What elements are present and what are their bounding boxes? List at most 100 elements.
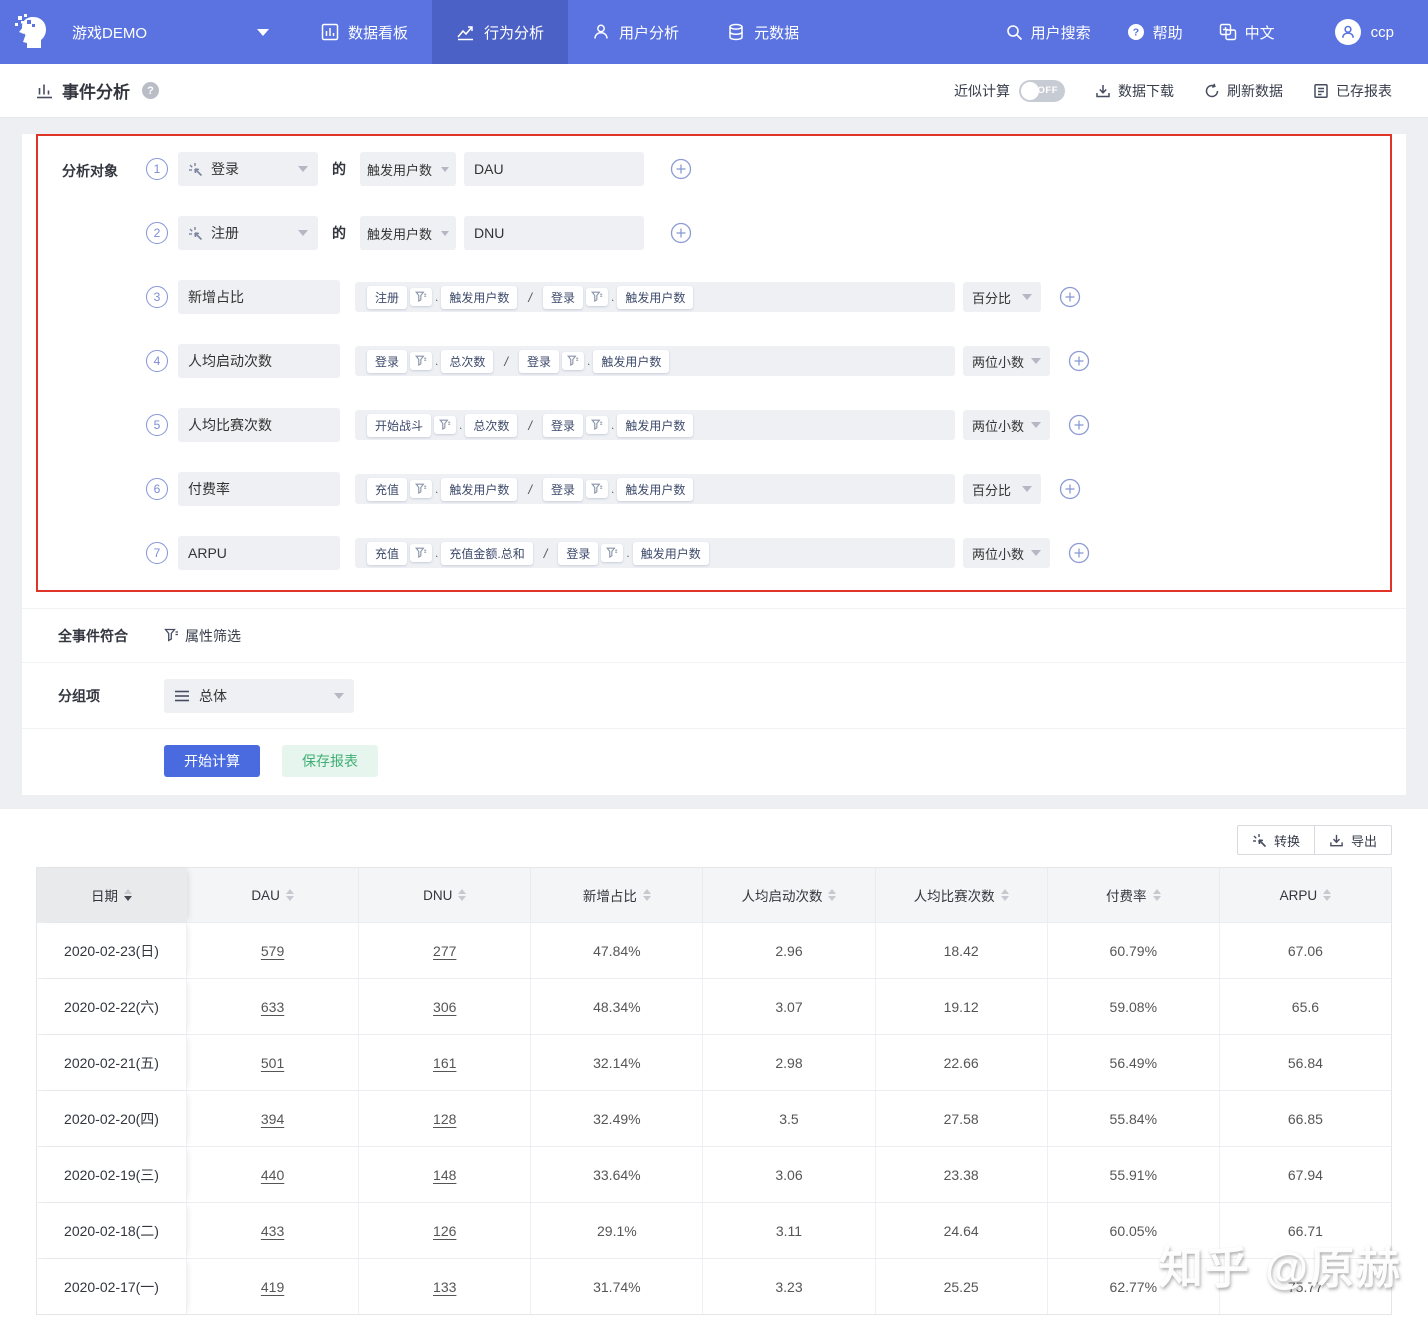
dau-link[interactable]: 394 <box>261 1111 284 1127</box>
formula-filter-chip[interactable] <box>601 544 623 562</box>
formula-filter-chip[interactable] <box>410 544 432 562</box>
dau-link[interactable]: 633 <box>261 999 284 1015</box>
formula-measure-chip[interactable]: 触发用户数 <box>617 286 693 309</box>
dnu-link[interactable]: 128 <box>433 1111 456 1127</box>
formula-measure-chip[interactable]: 总次数 <box>441 350 493 373</box>
formula-measure-chip[interactable]: 触发用户数 <box>617 478 693 501</box>
header-new-ratio[interactable]: 新增占比 <box>531 868 703 922</box>
event-select[interactable]: 注册 <box>178 216 318 250</box>
event-select[interactable]: 登录 <box>178 152 318 186</box>
dau-link[interactable]: 419 <box>261 1279 284 1295</box>
user-menu[interactable]: ccp <box>1335 19 1394 45</box>
formula-bar[interactable]: 注册.触发用户数/登录.触发用户数 <box>355 282 955 312</box>
cell-dnu[interactable]: 126 <box>359 1203 531 1258</box>
format-select[interactable]: 两位小数 <box>963 346 1050 376</box>
header-arpu[interactable]: ARPU <box>1220 868 1391 922</box>
cell-dnu[interactable]: 277 <box>359 923 531 978</box>
export-button[interactable]: 导出 <box>1314 825 1392 855</box>
nav-item-behavior-analysis[interactable]: 行为分析 <box>432 0 568 64</box>
measure-select[interactable]: 触发用户数 <box>360 216 456 250</box>
grouping-select[interactable]: 总体 <box>164 679 354 713</box>
metric-name-input[interactable]: DAU <box>464 152 644 186</box>
format-select[interactable]: 两位小数 <box>963 538 1050 568</box>
formula-filter-chip[interactable] <box>586 480 608 498</box>
formula-filter-chip[interactable] <box>434 416 456 434</box>
metric-name-input[interactable]: 人均比赛次数 <box>178 408 340 442</box>
dnu-link[interactable]: 306 <box>433 999 456 1015</box>
metric-name-input[interactable]: 新增占比 <box>178 280 340 314</box>
user-search-button[interactable]: 用户搜索 <box>1006 22 1091 43</box>
cell-dnu[interactable]: 148 <box>359 1147 531 1202</box>
format-select[interactable]: 百分比 <box>963 474 1041 504</box>
approx-calc-toggle[interactable]: OFF <box>1019 80 1065 102</box>
add-metric-button[interactable] <box>1068 350 1090 372</box>
header-dau[interactable]: DAU <box>187 868 359 922</box>
formula-event-chip[interactable]: 开始战斗 <box>367 414 431 437</box>
formula-event-chip[interactable]: 登录 <box>543 478 583 501</box>
nav-item-user-analysis[interactable]: 用户分析 <box>568 0 703 64</box>
cell-dnu[interactable]: 128 <box>359 1091 531 1146</box>
cell-dau[interactable]: 579 <box>187 923 359 978</box>
cell-dnu[interactable]: 161 <box>359 1035 531 1090</box>
cell-dnu[interactable]: 133 <box>359 1259 531 1314</box>
metric-name-input[interactable]: 付费率 <box>178 472 340 506</box>
refresh-data-button[interactable]: 刷新数据 <box>1204 81 1283 101</box>
format-select[interactable]: 两位小数 <box>963 410 1050 440</box>
dau-link[interactable]: 440 <box>261 1167 284 1183</box>
metric-name-input[interactable]: 人均启动次数 <box>178 344 340 378</box>
dnu-link[interactable]: 126 <box>433 1223 456 1239</box>
formula-measure-chip[interactable]: 触发用户数 <box>617 414 693 437</box>
dau-link[interactable]: 433 <box>261 1223 284 1239</box>
data-download-button[interactable]: 数据下载 <box>1095 81 1174 101</box>
header-avg-launch[interactable]: 人均启动次数 <box>703 868 875 922</box>
formula-filter-chip[interactable] <box>410 480 432 498</box>
metric-name-input[interactable]: DNU <box>464 216 644 250</box>
dnu-link[interactable]: 133 <box>433 1279 456 1295</box>
cell-dau[interactable]: 501 <box>187 1035 359 1090</box>
formula-measure-chip[interactable]: 充值金额.总和 <box>441 542 532 565</box>
cell-dau[interactable]: 419 <box>187 1259 359 1314</box>
help-button[interactable]: ? 帮助 <box>1127 22 1183 43</box>
dau-link[interactable]: 501 <box>261 1055 284 1071</box>
formula-filter-chip[interactable] <box>562 352 584 370</box>
header-pay-rate[interactable]: 付费率 <box>1048 868 1220 922</box>
project-selector[interactable]: 游戏DEMO <box>64 22 287 43</box>
attribute-filter-button[interactable]: 属性筛选 <box>164 626 241 646</box>
formula-filter-chip[interactable] <box>586 416 608 434</box>
add-metric-button[interactable] <box>670 222 692 244</box>
formula-event-chip[interactable]: 登录 <box>558 542 598 565</box>
title-help-icon[interactable]: ? <box>142 82 159 99</box>
header-dnu[interactable]: DNU <box>359 868 531 922</box>
nav-item-metadata[interactable]: 元数据 <box>703 0 823 64</box>
save-report-button[interactable]: 保存报表 <box>282 745 378 777</box>
add-metric-button[interactable] <box>670 158 692 180</box>
formula-event-chip[interactable]: 登录 <box>519 350 559 373</box>
formula-event-chip[interactable]: 登录 <box>543 414 583 437</box>
dnu-link[interactable]: 277 <box>433 943 456 959</box>
format-select[interactable]: 百分比 <box>963 282 1041 312</box>
cell-dau[interactable]: 440 <box>187 1147 359 1202</box>
dau-link[interactable]: 579 <box>261 943 284 959</box>
dnu-link[interactable]: 161 <box>433 1055 456 1071</box>
formula-bar[interactable]: 开始战斗.总次数/登录.触发用户数 <box>355 410 955 440</box>
cell-dau[interactable]: 433 <box>187 1203 359 1258</box>
add-metric-button[interactable] <box>1068 414 1090 436</box>
formula-measure-chip[interactable]: 触发用户数 <box>441 286 517 309</box>
header-avg-match[interactable]: 人均比赛次数 <box>876 868 1048 922</box>
formula-filter-chip[interactable] <box>410 288 432 306</box>
formula-measure-chip[interactable]: 触发用户数 <box>441 478 517 501</box>
calculate-button[interactable]: 开始计算 <box>164 745 260 777</box>
formula-filter-chip[interactable] <box>586 288 608 306</box>
header-date[interactable]: 日期 <box>37 868 187 922</box>
language-button[interactable]: 中文 <box>1219 22 1275 43</box>
formula-measure-chip[interactable]: 触发用户数 <box>633 542 709 565</box>
formula-bar[interactable]: 充值.充值金额.总和/登录.触发用户数 <box>355 538 955 568</box>
cell-dau[interactable]: 394 <box>187 1091 359 1146</box>
formula-bar[interactable]: 登录.总次数/登录.触发用户数 <box>355 346 955 376</box>
formula-bar[interactable]: 充值.触发用户数/登录.触发用户数 <box>355 474 955 504</box>
nav-item-dashboard[interactable]: 数据看板 <box>297 0 432 64</box>
saved-reports-button[interactable]: 已存报表 <box>1313 81 1392 101</box>
convert-button[interactable]: 转换 <box>1237 825 1315 855</box>
metric-name-input[interactable]: ARPU <box>178 536 340 570</box>
add-metric-button[interactable] <box>1068 542 1090 564</box>
